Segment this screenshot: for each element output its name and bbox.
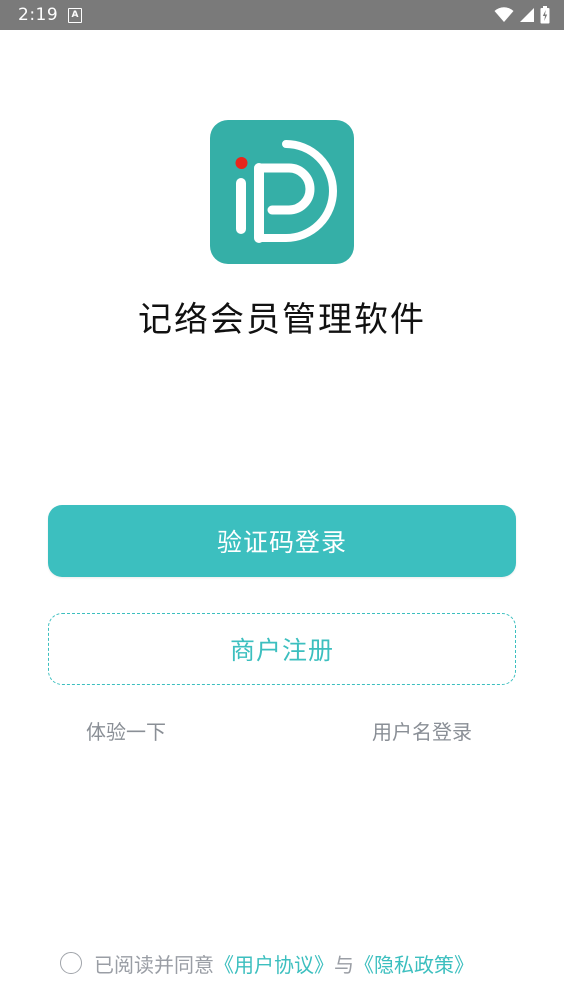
user-agreement-link[interactable]: 《用户协议》 bbox=[214, 949, 334, 978]
privacy-policy-link[interactable]: 《隐私政策》 bbox=[354, 949, 474, 978]
trial-link[interactable]: 体验一下 bbox=[86, 716, 166, 745]
merchant-register-button[interactable]: 商户注册 bbox=[48, 613, 516, 685]
cell-signal-icon bbox=[520, 8, 534, 22]
agree-checkbox[interactable] bbox=[60, 952, 82, 974]
app-logo bbox=[210, 120, 354, 264]
status-icons bbox=[494, 5, 550, 25]
app-logo-icon bbox=[235, 140, 337, 243]
username-login-link[interactable]: 用户名登录 bbox=[372, 716, 472, 745]
status-time: 2:19 bbox=[18, 5, 59, 25]
notification-a-icon: A bbox=[68, 8, 82, 23]
agreement-row: 已阅读并同意 《用户协议》 与 《隐私政策》 bbox=[60, 948, 474, 978]
agreement-prefix: 已阅读并同意 bbox=[94, 952, 214, 977]
status-bar: 2:19 A bbox=[0, 0, 564, 30]
wifi-icon bbox=[494, 7, 514, 22]
app-title: 记络会员管理软件 bbox=[138, 300, 426, 340]
agreement-joiner: 与 bbox=[334, 952, 354, 977]
battery-charging-icon bbox=[540, 6, 550, 24]
sms-code-login-button[interactable]: 验证码登录 bbox=[48, 505, 516, 577]
